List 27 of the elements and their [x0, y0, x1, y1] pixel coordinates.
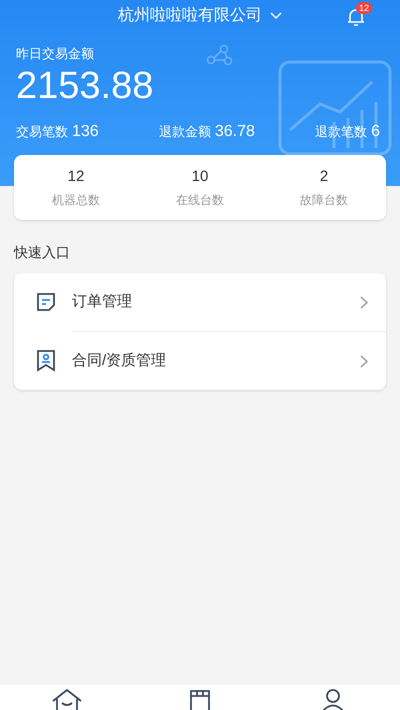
amount-value: 2153.88 [16, 64, 154, 108]
stat-label: 交易笔数 [16, 122, 68, 140]
machine-label: 机器总数 [52, 192, 100, 209]
bookmark-user-icon [35, 349, 57, 373]
chevron-right-icon [360, 354, 368, 368]
notification-badge: 12 [356, 2, 372, 14]
chevron-down-icon [270, 12, 282, 20]
stat-value: 36.78 [214, 122, 255, 142]
stat-value: 6 [371, 122, 380, 142]
machine-count: 12 [68, 167, 84, 188]
menu-row[interactable]: 订单管理 [14, 273, 386, 331]
menu-row[interactable]: 合同/资质管理 [14, 332, 386, 390]
document-icon [35, 291, 57, 313]
section-title: 快速入口 [14, 243, 71, 262]
store-icon [188, 687, 212, 710]
molecule-icon [205, 44, 233, 66]
machine-count: 10 [192, 167, 208, 188]
stat-label: 退款笔数 [315, 122, 368, 140]
machine-count: 2 [320, 167, 328, 188]
chart-icon [278, 60, 392, 156]
stat-label: 退款金额 [158, 122, 211, 140]
stat-value: 136 [72, 122, 99, 142]
summary-label: 昨日交易金额 [16, 45, 94, 63]
home-icon [50, 687, 84, 710]
chevron-right-icon [360, 296, 368, 308]
machine-label: 故障台数 [300, 192, 348, 209]
machine-label: 在线台数 [176, 192, 224, 209]
